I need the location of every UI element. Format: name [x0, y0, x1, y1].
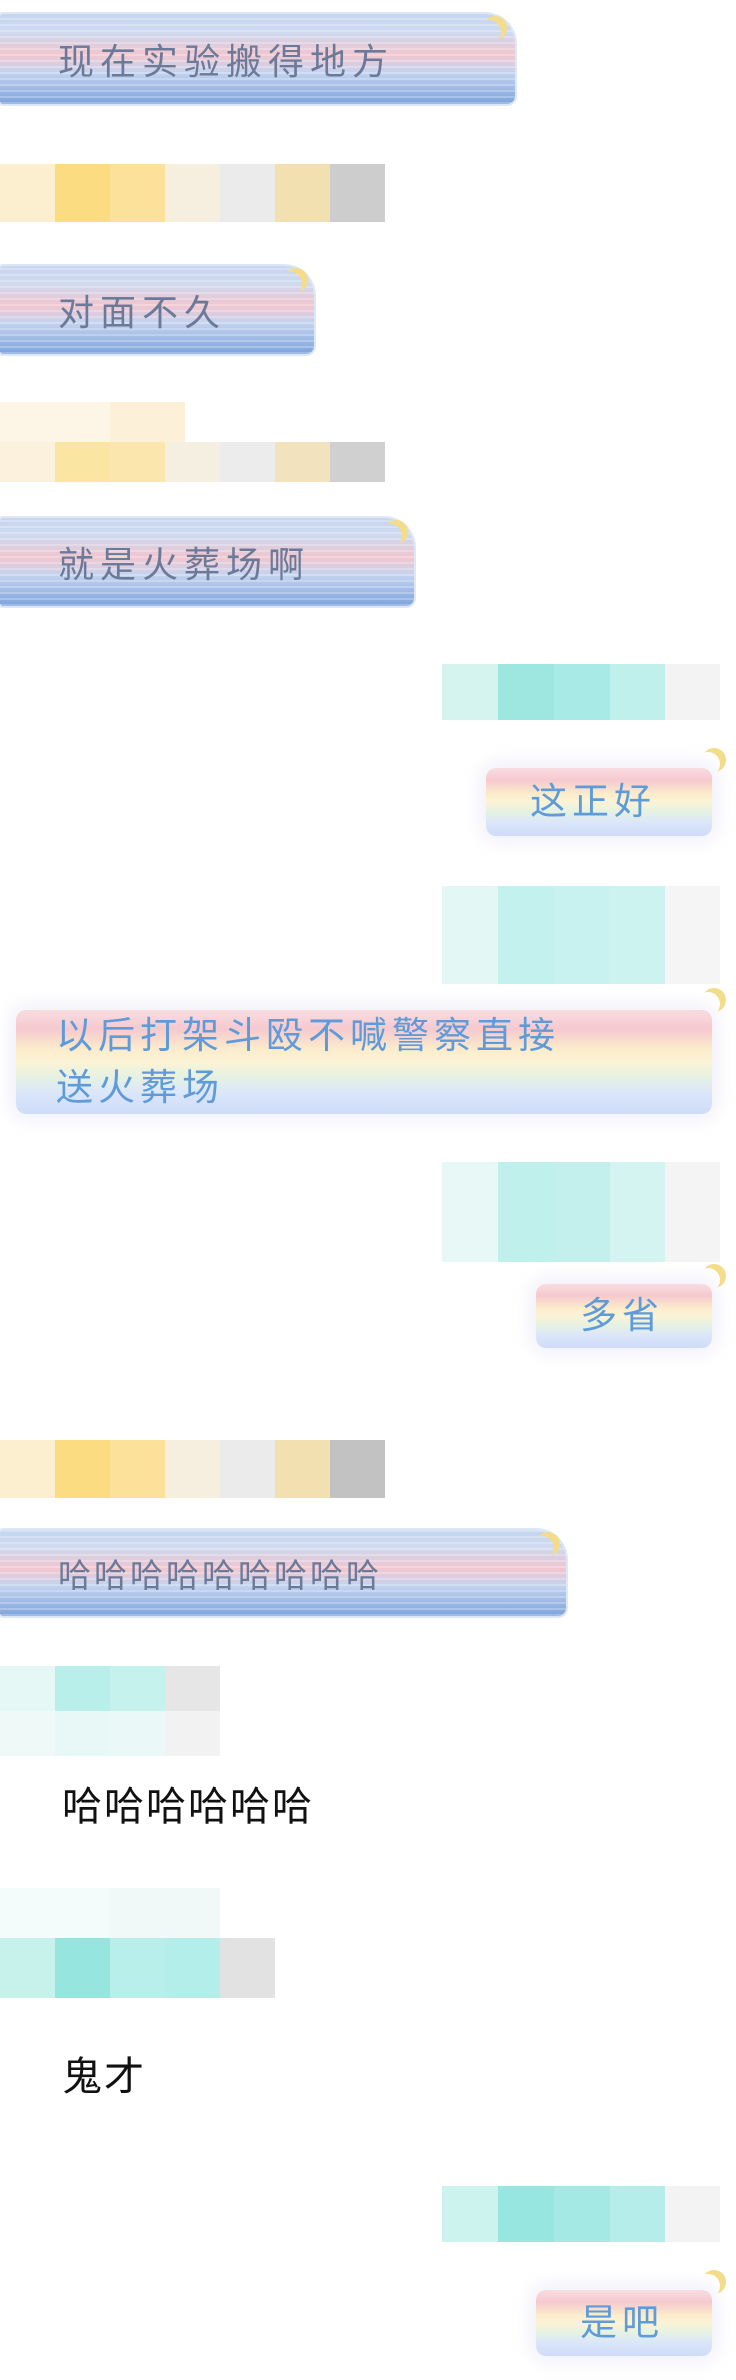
message-text: 哈哈哈哈哈哈哈哈哈 — [58, 1556, 382, 1595]
message-bubble-left[interactable]: 就是火葬场啊 — [0, 518, 414, 606]
message-bubble-right[interactable]: 以后打架斗殴不喊警察直接 送火葬场 — [16, 1010, 712, 1114]
redacted-name-block — [442, 2186, 720, 2242]
moon-icon — [477, 20, 501, 44]
message-line-1: 以后打架斗殴不喊警察直接 — [56, 1014, 560, 1057]
moon-icon — [530, 1536, 554, 1560]
moon-icon — [378, 524, 402, 548]
message-text: 这正好 — [530, 780, 656, 823]
message-line-2: 送火葬场 — [56, 1066, 224, 1109]
message-bubble-right[interactable]: 这正好 — [486, 768, 712, 836]
message-text-block: 以后打架斗殴不喊警察直接 送火葬场 — [56, 1010, 560, 1114]
redacted-name-block — [0, 164, 385, 222]
message-bubble-left[interactable]: 对面不久 — [0, 266, 314, 354]
moon-icon — [696, 1268, 720, 1292]
message-bubble-right[interactable]: 是吧 — [536, 2290, 712, 2356]
redacted-name-block — [442, 886, 720, 984]
redacted-name-block — [0, 1888, 328, 1998]
message-text: 是吧 — [580, 2301, 664, 2344]
message-text-plain[interactable]: 鬼才 — [62, 2044, 146, 2102]
redacted-name-block — [442, 1162, 720, 1262]
message-bubble-right[interactable]: 多省 — [536, 1284, 712, 1348]
message-text-plain[interactable]: 哈哈哈哈哈哈 — [62, 1774, 314, 1832]
message-bubble-left[interactable]: 哈哈哈哈哈哈哈哈哈 — [0, 1530, 566, 1616]
redacted-name-block — [0, 1666, 328, 1756]
message-bubble-left[interactable]: 现在实验搬得地方 — [0, 14, 515, 104]
moon-icon — [696, 2274, 720, 2298]
redacted-name-block — [442, 664, 720, 720]
moon-icon — [696, 992, 720, 1016]
message-text: 多省 — [580, 1294, 664, 1337]
message-text: 就是火葬场啊 — [58, 545, 311, 586]
message-text: 对面不久 — [58, 293, 227, 334]
moon-icon — [278, 272, 302, 296]
moon-icon — [696, 752, 720, 776]
redacted-name-block — [0, 1440, 385, 1498]
message-text: 现在实验搬得地方 — [58, 42, 395, 83]
redacted-name-block — [0, 402, 385, 482]
